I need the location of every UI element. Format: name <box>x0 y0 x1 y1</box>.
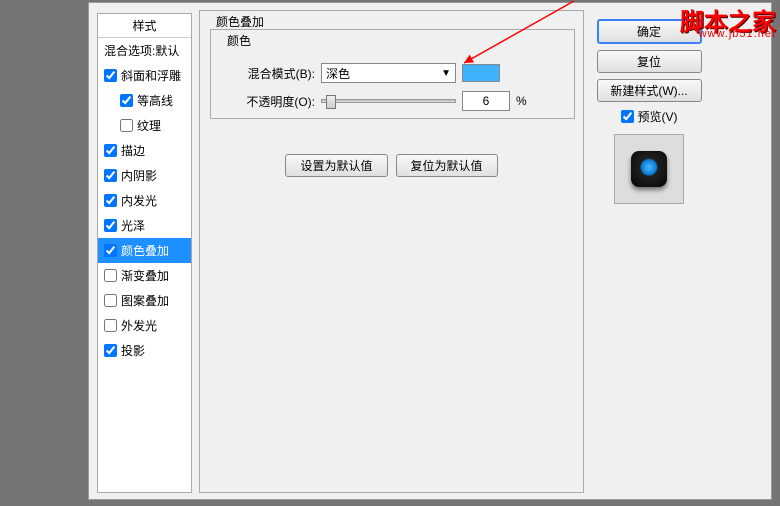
style-item-7[interactable]: 光泽 <box>98 213 191 238</box>
main-panel: 颜色叠加 颜色 混合模式(B): 深色 ▼ 不透明度(O): <box>199 10 584 493</box>
style-item-8[interactable]: 颜色叠加 <box>98 238 191 263</box>
layer-style-dialog: 样式 混合选项:默认斜面和浮雕等高线纹理描边内阴影内发光光泽颜色叠加渐变叠加图案… <box>88 2 772 500</box>
color-group: 颜色 混合模式(B): 深色 ▼ 不透明度(O): 6 <box>210 29 575 119</box>
style-label: 等高线 <box>137 92 173 109</box>
preview-checkbox-label[interactable]: 预览(V) <box>621 108 678 125</box>
style-label: 投影 <box>121 342 145 359</box>
slider-thumb[interactable] <box>326 95 336 109</box>
style-label: 外发光 <box>121 317 157 334</box>
styles-panel: 样式 混合选项:默认斜面和浮雕等高线纹理描边内阴影内发光光泽颜色叠加渐变叠加图案… <box>97 13 192 493</box>
blend-mode-row: 混合模式(B): 深色 ▼ <box>227 63 566 83</box>
ok-button[interactable]: 确定 <box>597 19 702 44</box>
style-item-3[interactable]: 纹理 <box>98 113 191 138</box>
color-group-title: 颜色 <box>223 32 255 49</box>
style-label: 混合选项:默认 <box>104 42 179 59</box>
styles-header: 样式 <box>98 14 191 38</box>
style-item-9[interactable]: 渐变叠加 <box>98 263 191 288</box>
color-overlay-group: 颜色叠加 颜色 混合模式(B): 深色 ▼ 不透明度(O): <box>199 10 584 493</box>
style-label: 斜面和浮雕 <box>121 67 181 84</box>
style-item-12[interactable]: 投影 <box>98 338 191 363</box>
style-checkbox[interactable] <box>104 294 117 307</box>
style-item-0[interactable]: 混合选项:默认 <box>98 38 191 63</box>
style-checkbox[interactable] <box>104 144 117 157</box>
style-checkbox[interactable] <box>104 69 117 82</box>
blend-mode-label: 混合模式(B): <box>227 65 315 82</box>
style-checkbox[interactable] <box>104 319 117 332</box>
style-item-1[interactable]: 斜面和浮雕 <box>98 63 191 88</box>
blend-mode-value: 深色 <box>326 65 350 82</box>
style-checkbox[interactable] <box>104 244 117 257</box>
color-swatch[interactable] <box>462 64 500 82</box>
opacity-input[interactable]: 6 <box>462 91 510 111</box>
opacity-unit: % <box>516 94 527 108</box>
style-item-10[interactable]: 图案叠加 <box>98 288 191 313</box>
chevron-down-icon: ▼ <box>441 68 451 79</box>
preview-image <box>631 151 667 187</box>
style-label: 内阴影 <box>121 167 157 184</box>
style-label: 渐变叠加 <box>121 267 169 284</box>
style-checkbox[interactable] <box>104 194 117 207</box>
style-item-6[interactable]: 内发光 <box>98 188 191 213</box>
style-label: 颜色叠加 <box>121 242 169 259</box>
cancel-button[interactable]: 复位 <box>597 50 702 73</box>
style-label: 纹理 <box>137 117 161 134</box>
preview-section: 预览(V) <box>589 108 709 204</box>
style-checkbox[interactable] <box>104 269 117 282</box>
style-label: 内发光 <box>121 192 157 209</box>
set-default-button[interactable]: 设置为默认值 <box>285 154 387 177</box>
style-item-5[interactable]: 内阴影 <box>98 163 191 188</box>
preview-thumbnail <box>614 134 684 204</box>
reset-default-button[interactable]: 复位为默认值 <box>396 154 498 177</box>
style-checkbox[interactable] <box>120 119 133 132</box>
style-item-11[interactable]: 外发光 <box>98 313 191 338</box>
opacity-row: 不透明度(O): 6 % <box>227 91 566 111</box>
right-panel: 确定 复位 新建样式(W)... 预览(V) <box>589 19 709 212</box>
preview-checkbox[interactable] <box>621 110 634 123</box>
style-checkbox[interactable] <box>104 219 117 232</box>
opacity-label: 不透明度(O): <box>227 93 315 110</box>
preview-label: 预览(V) <box>638 108 678 125</box>
style-label: 描边 <box>121 142 145 159</box>
style-checkbox[interactable] <box>104 344 117 357</box>
style-item-2[interactable]: 等高线 <box>98 88 191 113</box>
new-style-button[interactable]: 新建样式(W)... <box>597 79 702 102</box>
opacity-slider[interactable] <box>321 99 456 103</box>
style-label: 图案叠加 <box>121 292 169 309</box>
group-title: 颜色叠加 <box>212 13 268 30</box>
style-item-4[interactable]: 描边 <box>98 138 191 163</box>
style-checkbox[interactable] <box>120 94 133 107</box>
style-label: 光泽 <box>121 217 145 234</box>
blend-mode-select[interactable]: 深色 ▼ <box>321 63 456 83</box>
default-buttons-row: 设置为默认值 复位为默认值 <box>208 154 575 177</box>
style-checkbox[interactable] <box>104 169 117 182</box>
